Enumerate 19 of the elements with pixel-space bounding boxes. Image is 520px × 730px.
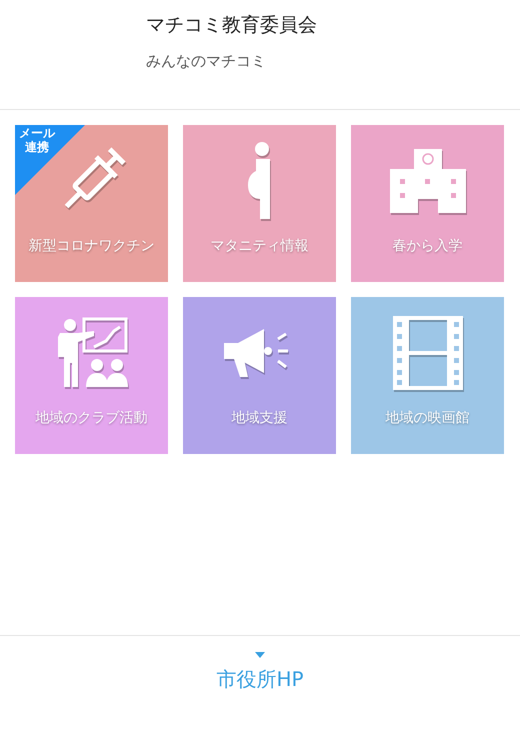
tile-label: 春から入学 [392,237,462,255]
ribbon-text: メール連携 [19,127,55,155]
menu-tile[interactable]: 地域支援 [183,297,336,454]
tile-label: 地域のクラブ活動 [36,409,148,427]
menu-tile[interactable]: 春から入学 [351,125,504,282]
menu-tile[interactable]: マタニティ情報 [183,125,336,282]
tile-label: 新型コロナワクチン [28,237,154,255]
page-title: マチコミ教育委員会 [146,13,318,38]
page-subtitle: みんなのマチコミ [146,52,267,71]
caret-icon [255,652,265,658]
film-strip-icon [392,316,462,390]
tile-label: 地域支援 [232,409,288,427]
menu-tile[interactable]: 地域の映画館 [351,297,504,454]
tile-label: 地域の映画館 [386,409,470,427]
school-building-icon [390,149,466,213]
menu-tile[interactable]: 地域のクラブ活動 [15,297,168,454]
menu-tile[interactable]: メール連携 新型コロナワクチン [15,125,168,282]
city-hall-link[interactable]: 市役所HP [216,666,304,693]
tile-label: マタニティ情報 [210,237,308,255]
